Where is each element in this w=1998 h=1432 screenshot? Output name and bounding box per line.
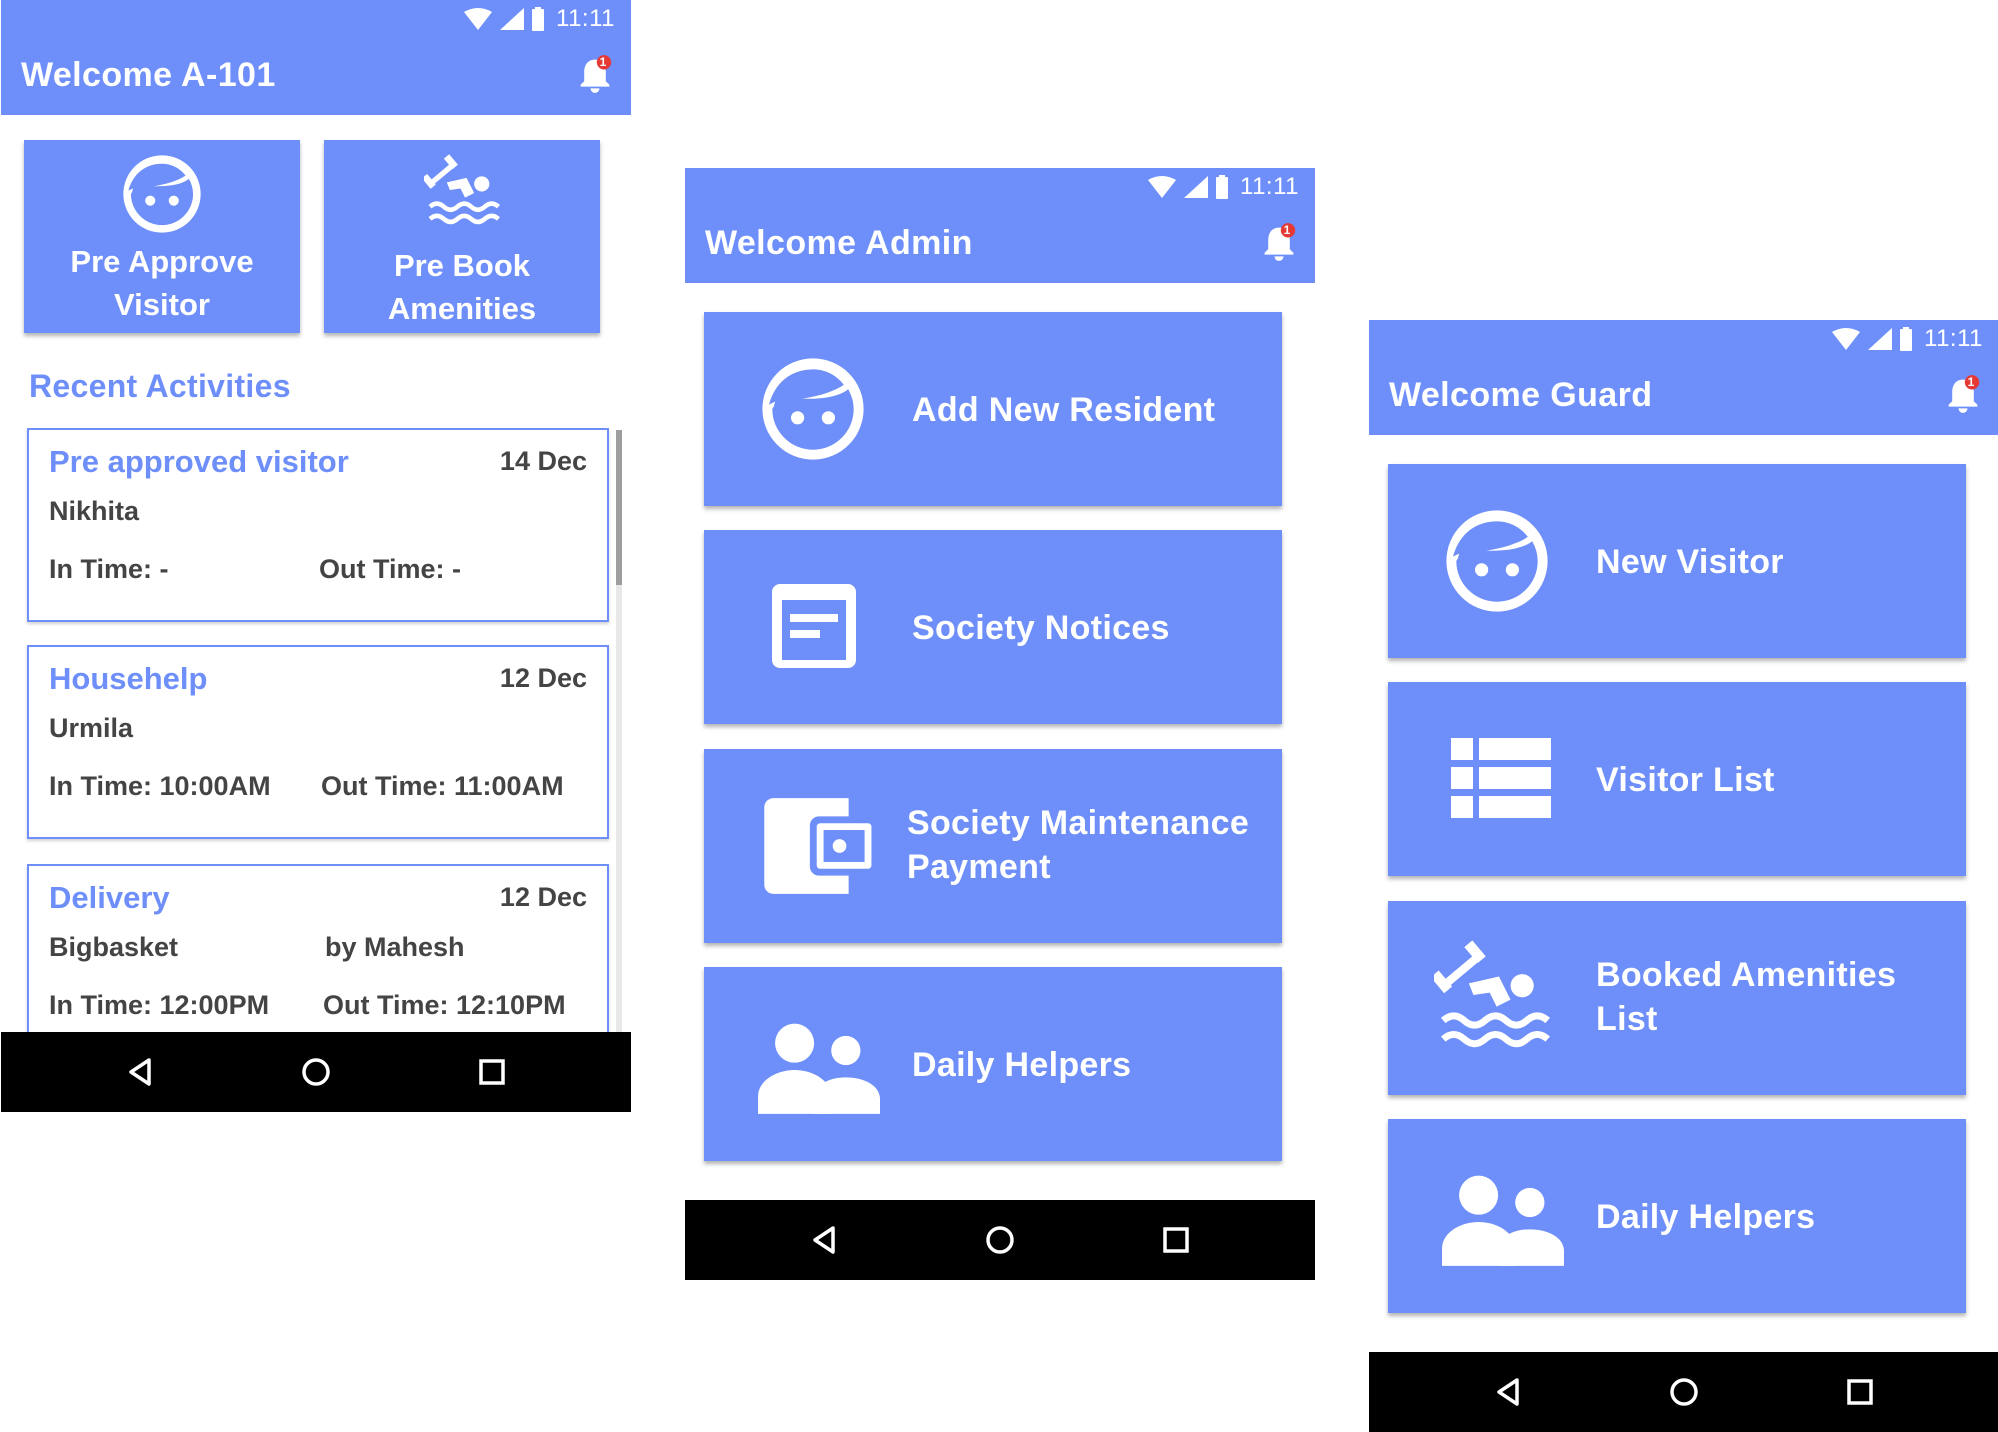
page-title: Welcome Guard (1389, 376, 1653, 414)
recents-icon[interactable] (472, 1052, 512, 1092)
pre-book-amenities-button[interactable]: Pre Book Amenities (324, 140, 600, 333)
tile-label: Society Notices (912, 609, 1170, 647)
activity-by: by Mahesh (325, 932, 465, 962)
signal-icon (1868, 328, 1892, 350)
people-icon (758, 1021, 880, 1119)
tile-label: Booked Amenities (1596, 956, 1897, 994)
signal-icon (500, 8, 524, 30)
page-title: Welcome A-101 (21, 56, 276, 94)
activity-date: 12 Dec (499, 663, 587, 693)
battery-icon (1216, 175, 1228, 199)
wallet-icon (762, 789, 876, 903)
status-time: 11:11 (1240, 173, 1299, 200)
notification-button[interactable]: 1 (1261, 222, 1297, 262)
tile-label: List (1596, 1000, 1658, 1038)
activity-title: Pre approved visitor (49, 444, 349, 479)
activity-name: Bigbasket (49, 932, 179, 962)
home-icon[interactable] (296, 1052, 336, 1092)
status-bar: 11:11 (464, 5, 615, 32)
status-time: 11:11 (1924, 325, 1983, 352)
tile-label: Daily Helpers (912, 1046, 1132, 1084)
navigation-bar (1369, 1352, 1998, 1432)
tile-label: Daily Helpers (1596, 1198, 1816, 1236)
tile-label: Pre Book (393, 248, 531, 283)
activity-date: 14 Dec (499, 446, 587, 476)
home-icon[interactable] (980, 1220, 1020, 1260)
page-title: Welcome Admin (705, 224, 973, 262)
pre-approve-visitor-button[interactable]: Pre Approve Visitor (24, 140, 300, 333)
face-icon (1442, 506, 1552, 616)
activity-in-time: In Time: 12:00PM (49, 990, 270, 1020)
tile-label: New Visitor (1596, 543, 1784, 581)
back-icon[interactable] (121, 1052, 161, 1092)
activity-in-time: In Time: - (49, 554, 169, 584)
activity-in-time: In Time: 10:00AM (49, 771, 271, 801)
wifi-icon (464, 8, 492, 30)
activity-title: Delivery (49, 880, 170, 915)
guard-phone: 11:11 Welcome Guard 1 New Visitor Visito… (1369, 320, 1998, 1432)
activity-card[interactable]: Delivery 12 Dec Bigbasket by Mahesh In T… (27, 864, 609, 1036)
recent-activities-heading: Recent Activities (29, 368, 291, 404)
admin-phone: 11:11 Welcome Admin 1 Add New Resident S… (685, 168, 1315, 1280)
list-icon (1451, 738, 1551, 818)
activity-card[interactable]: Pre approved visitor 14 Dec Nikhita In T… (27, 428, 609, 622)
resident-phone: 11:11 Welcome A-101 1 Pre Approve Visito… (1, 0, 631, 1112)
activity-name: Nikhita (49, 496, 140, 526)
add-new-resident-button[interactable]: Add New Resident (704, 312, 1282, 506)
notification-badge: 1 (599, 55, 607, 69)
tile-label: Amenities (387, 291, 537, 326)
activity-card[interactable]: Househelp 12 Dec Urmila In Time: 10:00AM… (27, 645, 609, 839)
app-bar: 11:11 Welcome Admin 1 (685, 168, 1315, 283)
wifi-icon (1832, 328, 1860, 350)
tile-label: Add New Resident (912, 391, 1216, 429)
tile-label: Society Maintenance (907, 804, 1250, 842)
visitor-list-button[interactable]: Visitor List (1388, 682, 1966, 876)
home-icon[interactable] (1664, 1372, 1704, 1412)
notification-button[interactable]: 1 (1945, 374, 1981, 414)
app-bar: 11:11 Welcome Guard 1 (1369, 320, 1998, 435)
signal-icon (1184, 176, 1208, 198)
tile-label: Pre Approve (70, 244, 254, 279)
notification-button[interactable]: 1 (577, 54, 613, 94)
new-visitor-button[interactable]: New Visitor (1388, 464, 1966, 658)
back-icon[interactable] (805, 1220, 845, 1260)
daily-helpers-button[interactable]: Daily Helpers (704, 967, 1282, 1161)
daily-helpers-button[interactable]: Daily Helpers (1388, 1119, 1966, 1313)
recents-icon[interactable] (1840, 1372, 1880, 1412)
face-icon (758, 354, 868, 464)
recents-icon[interactable] (1156, 1220, 1196, 1260)
notice-icon (764, 576, 864, 676)
society-notices-button[interactable]: Society Notices (704, 530, 1282, 724)
activity-out-time: Out Time: - (319, 554, 462, 584)
activity-date: 12 Dec (499, 882, 587, 912)
status-time: 11:11 (556, 5, 615, 32)
wifi-icon (1148, 176, 1176, 198)
battery-icon (532, 7, 544, 31)
status-bar: 11:11 (1832, 325, 1983, 352)
society-maintenance-payment-button[interactable]: Society Maintenance Payment (704, 749, 1282, 943)
people-icon (1442, 1173, 1564, 1271)
scrollbar-thumb[interactable] (616, 430, 622, 585)
tile-label: Payment (907, 848, 1051, 886)
navigation-bar (1, 1032, 631, 1112)
tile-label: Visitor List (1596, 761, 1775, 799)
app-bar: 11:11 Welcome A-101 1 (1, 0, 631, 115)
face-icon (120, 152, 204, 236)
swimming-icon (1434, 937, 1550, 1053)
swimming-icon (424, 152, 500, 228)
activity-name: Urmila (49, 713, 134, 743)
status-bar: 11:11 (1148, 173, 1299, 200)
tile-label: Visitor (114, 287, 210, 322)
navigation-bar (685, 1200, 1315, 1280)
back-icon[interactable] (1489, 1372, 1529, 1412)
activity-out-time: Out Time: 12:10PM (323, 990, 566, 1020)
activity-out-time: Out Time: 11:00AM (321, 771, 564, 801)
battery-icon (1900, 327, 1912, 351)
activity-title: Househelp (49, 661, 208, 696)
notification-badge: 1 (1283, 223, 1291, 237)
notification-badge: 1 (1967, 375, 1975, 389)
booked-amenities-list-button[interactable]: Booked Amenities List (1388, 901, 1966, 1095)
